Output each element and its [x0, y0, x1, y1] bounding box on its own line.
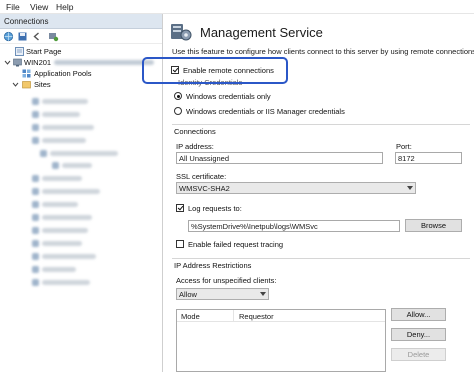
log-requests-checkbox[interactable] [176, 204, 184, 212]
start-page-icon [15, 47, 24, 56]
column-mode[interactable]: Mode [181, 312, 200, 321]
connections-header: Connections [0, 14, 162, 29]
connections-title: Connections [4, 17, 49, 26]
windows-or-iis-radio[interactable] [174, 107, 182, 115]
windows-or-iis-label: Windows credentials or IIS Manager crede… [186, 107, 345, 116]
column-requestor[interactable]: Requestor [239, 312, 274, 321]
ssl-certificate-label: SSL certificate: [176, 172, 227, 181]
windows-only-radio[interactable] [174, 92, 182, 100]
ip-restrictions-list[interactable]: Mode Requestor [176, 309, 386, 372]
save-icon[interactable] [17, 31, 28, 42]
log-requests-label: Log requests to: [188, 204, 242, 213]
chevron-down-icon [260, 292, 266, 296]
column-separator [233, 310, 234, 322]
log-path-field[interactable]: %SystemDrive%\Inetpub\logs\WMSvc [188, 220, 400, 232]
tree-label-sites: Sites [34, 80, 51, 89]
chevron-down-icon [407, 186, 413, 190]
access-unspecified-select[interactable]: Allow [176, 288, 269, 300]
failed-tracing-label: Enable failed request tracing [188, 240, 284, 249]
allow-button[interactable]: Allow... [391, 308, 446, 321]
connections-divider [172, 124, 470, 125]
globe-icon[interactable] [3, 31, 14, 42]
back-icon[interactable] [31, 31, 42, 42]
ssl-certificate-value: WMSVC-SHA2 [179, 184, 230, 193]
app-pools-icon [22, 69, 31, 78]
browse-button[interactable]: Browse [405, 219, 462, 232]
connections-pane: Connections Start Page WIN201 Applicatio… [0, 14, 163, 372]
feature-description: Use this feature to configure how client… [172, 47, 474, 56]
chevron-down-icon[interactable] [4, 59, 11, 66]
management-service-icon [171, 24, 192, 41]
tree-label-start-page: Start Page [26, 47, 62, 56]
ssl-certificate-select[interactable]: WMSVC-SHA2 [176, 182, 416, 194]
tree-label-app-pools: Application Pools [34, 69, 92, 78]
ip-restrictions-header: IP Address Restrictions [174, 261, 252, 270]
connect-icon[interactable] [48, 31, 59, 42]
port-field[interactable]: 8172 [395, 152, 462, 164]
port-label: Port: [396, 142, 412, 151]
menu-view[interactable]: View [30, 2, 48, 12]
server-icon [13, 58, 22, 67]
tree-item-server[interactable]: WIN201 [0, 57, 162, 68]
page-title: Management Service [200, 25, 323, 40]
windows-only-label: Windows credentials only [186, 92, 271, 101]
ip-restrictions-divider [172, 258, 470, 259]
ip-address-label: IP address: [176, 142, 214, 151]
tree-label-server: WIN201 [24, 58, 52, 67]
deny-button[interactable]: Deny... [391, 328, 446, 341]
sites-icon [22, 81, 31, 89]
redacted-server-name [54, 60, 154, 65]
delete-button[interactable]: Delete [391, 348, 446, 361]
chevron-down-icon[interactable] [12, 81, 19, 88]
menu-file[interactable]: File [6, 2, 20, 12]
connections-toolbar [0, 29, 162, 44]
list-header: Mode Requestor [177, 310, 385, 322]
menu-help[interactable]: Help [56, 2, 73, 12]
connections-header: Connections [174, 127, 216, 136]
menu-bar: File View Help [0, 0, 474, 14]
highlight-annotation [142, 57, 288, 84]
access-unspecified-label: Access for unspecified clients: [176, 276, 277, 285]
access-unspecified-value: Allow [179, 290, 197, 299]
ip-address-field[interactable]: All Unassigned [176, 152, 383, 164]
failed-tracing-checkbox[interactable] [176, 240, 184, 248]
